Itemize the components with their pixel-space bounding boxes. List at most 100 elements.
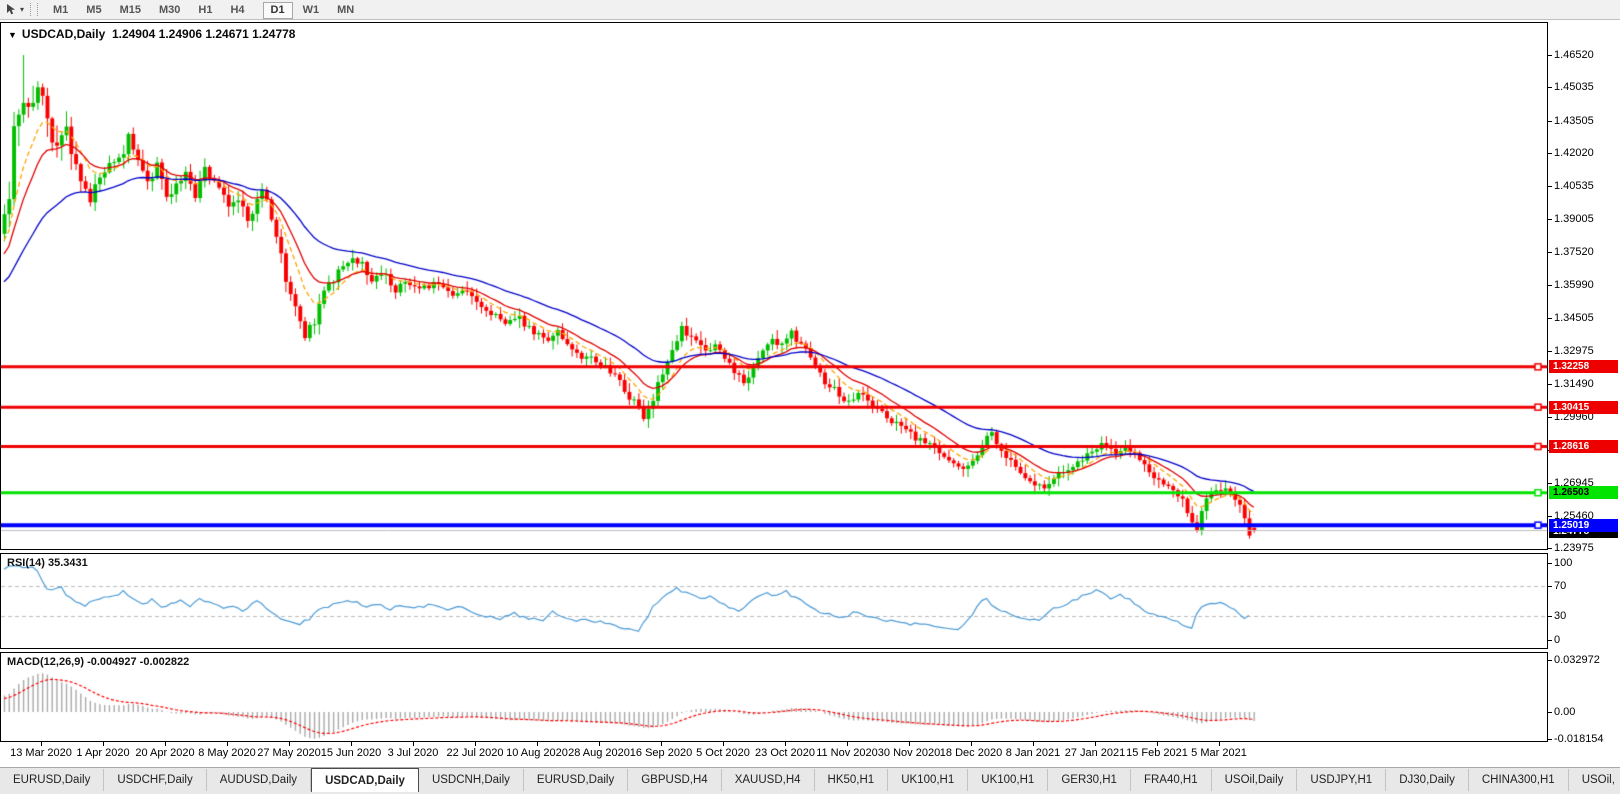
tab-eurusd-daily[interactable]: EURUSD,Daily	[524, 769, 628, 791]
date-axis-tick	[227, 742, 228, 746]
tab-uk100-h1[interactable]: UK100,H1	[888, 769, 968, 791]
price-axis-label: 1.32975	[1554, 345, 1618, 357]
date-axis-tick	[1219, 742, 1220, 746]
date-axis-tick	[1157, 742, 1158, 746]
timeframe-mn[interactable]: MN	[329, 2, 362, 19]
date-axis-tick	[537, 742, 538, 746]
price-axis-tick	[1548, 384, 1552, 385]
date-axis-tick	[909, 742, 910, 746]
date-axis-tick	[413, 742, 414, 746]
timeframe-m30[interactable]: M30	[151, 2, 188, 19]
price-axis-label: 1.35990	[1554, 279, 1618, 291]
date-axis-tick	[351, 742, 352, 746]
price-axis-tick	[1548, 121, 1552, 122]
price-axis-label: 1.43505	[1554, 115, 1618, 127]
date-axis-label: 23 Oct 2020	[755, 747, 815, 759]
tab-china300-h1[interactable]: CHINA300,H1	[1469, 769, 1569, 791]
price-axis-tick	[1548, 483, 1552, 484]
price-chart-panel: ▼ USDCAD,Daily 1.24904 1.24906 1.24671 1.…	[0, 22, 1548, 550]
tab-fra40-h1[interactable]: FRA40,H1	[1131, 769, 1212, 791]
tab-dj30-daily[interactable]: DJ30,Daily	[1386, 769, 1469, 791]
date-axis-tick	[1033, 742, 1034, 746]
tab-usdchf-daily[interactable]: USDCHF,Daily	[104, 769, 206, 791]
date-axis-tick	[475, 742, 476, 746]
macd-canvas[interactable]	[1, 653, 1547, 741]
rsi-axis-tick	[1548, 616, 1552, 617]
level-price-badge: 1.25019	[1549, 519, 1618, 532]
cursor-tool-icon[interactable]	[3, 2, 19, 17]
timeframe-m1[interactable]: M1	[45, 2, 76, 19]
date-axis-tick	[289, 742, 290, 746]
price-axis-label: 1.45035	[1554, 81, 1618, 93]
tab-usdjpy-h1[interactable]: USDJPY,H1	[1297, 769, 1386, 791]
date-axis-tick	[103, 742, 104, 746]
date-axis-label: 5 Mar 2021	[1191, 747, 1247, 759]
price-axis-tick	[1548, 87, 1552, 88]
price-axis-label: 1.37520	[1554, 246, 1618, 258]
macd-axis-label: 0.00	[1554, 706, 1618, 718]
date-axis-label: 13 Mar 2020	[10, 747, 72, 759]
date-axis-label: 11 Nov 2020	[816, 747, 878, 759]
level-price-badge: 1.32258	[1549, 360, 1618, 373]
date-axis-label: 22 Jul 2020	[447, 747, 504, 759]
chart-ohlc-values: 1.24904 1.24906 1.24671 1.24778	[112, 27, 296, 41]
rsi-axis-label: 100	[1554, 557, 1618, 569]
macd-axis-tick	[1548, 739, 1552, 740]
rsi-indicator-panel: RSI(14) 35.3431	[0, 553, 1548, 649]
date-axis-label: 27 May 2020	[257, 747, 321, 759]
timeframe-toolbar: ▾ M1M5M15M30H1H4 D1W1MN	[0, 0, 1620, 20]
symbol-tab-bar: EURUSD,DailyUSDCHF,DailyAUDUSD,DailyUSDC…	[0, 767, 1620, 794]
timeframe-m15[interactable]: M15	[112, 2, 149, 19]
date-axis-label: 27 Jan 2021	[1065, 747, 1126, 759]
price-axis-label: 1.46520	[1554, 49, 1618, 61]
chart-symbol-label: USDCAD,Daily	[22, 27, 105, 41]
timeframe-d1[interactable]: D1	[263, 2, 293, 19]
price-chart-canvas[interactable]	[1, 23, 1547, 549]
tab-eurusd-daily[interactable]: EURUSD,Daily	[0, 769, 104, 791]
tab-ger30-h1[interactable]: GER30,H1	[1048, 769, 1131, 791]
date-axis-tick	[599, 742, 600, 746]
date-axis-label: 30 Nov 2020	[878, 747, 940, 759]
price-axis-label: 1.40535	[1554, 180, 1618, 192]
symbol-dropdown-icon[interactable]: ▼	[8, 30, 17, 40]
rsi-axis-tick	[1548, 563, 1552, 564]
macd-indicator-panel: MACD(12,26,9) -0.004927 -0.002822	[0, 652, 1548, 742]
tab-audusd-daily[interactable]: AUDUSD,Daily	[207, 769, 311, 791]
price-axis-tick	[1548, 285, 1552, 286]
tab-usdcad-daily[interactable]: USDCAD,Daily	[311, 768, 419, 792]
rsi-axis-label: 70	[1554, 580, 1618, 592]
timeframe-m5[interactable]: M5	[78, 2, 109, 19]
price-axis-tick	[1548, 186, 1552, 187]
date-axis-tick	[1095, 742, 1096, 746]
tab-uk100-h1[interactable]: UK100,H1	[968, 769, 1048, 791]
chart-title: ▼ USDCAD,Daily 1.24904 1.24906 1.24671 1.…	[8, 27, 295, 41]
toolbar-grip[interactable]	[30, 3, 38, 16]
tab-gbpusd-h4[interactable]: GBPUSD,H4	[628, 769, 721, 791]
tab-usoil[interactable]: USOil,	[1569, 769, 1620, 791]
rsi-axis-tick	[1548, 640, 1552, 641]
date-axis-label: 10 Aug 2020	[506, 747, 568, 759]
date-axis-label: 20 Apr 2020	[135, 747, 194, 759]
tab-usdcnh-daily[interactable]: USDCNH,Daily	[419, 769, 524, 791]
trading-terminal-window: ▾ M1M5M15M30H1H4 D1W1MN ▼ USDCAD,Daily 1.2…	[0, 0, 1620, 794]
tab-hk50-h1[interactable]: HK50,H1	[815, 769, 889, 791]
timeframe-h4[interactable]: H4	[222, 2, 252, 19]
level-price-badge: 1.26503	[1549, 486, 1618, 499]
rsi-label: RSI(14) 35.3431	[7, 557, 88, 569]
date-axis-label: 15 Jun 2020	[321, 747, 382, 759]
date-axis-tick	[41, 742, 42, 746]
price-axis-tick	[1548, 318, 1552, 319]
price-axis-label: 1.42020	[1554, 147, 1618, 159]
price-axis-tick	[1548, 548, 1552, 549]
tab-xauusd-h4[interactable]: XAUUSD,H4	[722, 769, 815, 791]
timeframe-h1[interactable]: H1	[190, 2, 220, 19]
macd-axis-tick	[1548, 660, 1552, 661]
date-axis-label: 8 Jan 2021	[1006, 747, 1060, 759]
tab-usoil-daily[interactable]: USOil,Daily	[1212, 769, 1298, 791]
rsi-canvas[interactable]	[1, 554, 1547, 648]
price-axis-tick	[1548, 55, 1552, 56]
cursor-tool-caret-icon[interactable]: ▾	[20, 5, 24, 14]
date-axis-label: 15 Feb 2021	[1126, 747, 1188, 759]
rsi-axis-label: 0	[1554, 634, 1618, 646]
timeframe-w1[interactable]: W1	[295, 2, 328, 19]
